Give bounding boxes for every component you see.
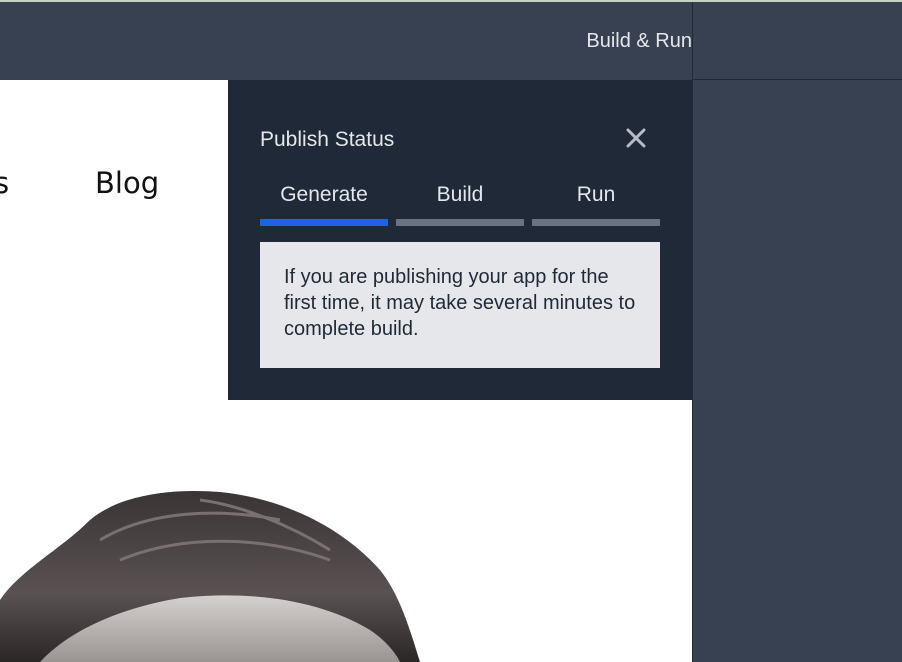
right-panel-header [693, 2, 902, 80]
tab-generate[interactable]: Generate [260, 182, 388, 226]
tab-progress-bar [532, 219, 660, 226]
tab-build[interactable]: Build [396, 182, 524, 226]
close-icon[interactable] [624, 126, 648, 150]
tab-label: Generate [280, 183, 368, 206]
app-topbar: Build & Run [0, 2, 692, 80]
nav-item-blog[interactable]: Blog [95, 166, 159, 200]
build-and-run-button[interactable]: Build & Run [586, 26, 692, 56]
publish-status-popover: Publish Status Generate Build Run If you… [228, 80, 692, 400]
publish-progress-tabs: Generate Build Run [260, 182, 660, 226]
tab-progress-bar [260, 219, 388, 226]
nav-item-partial[interactable]: s [0, 166, 9, 200]
tab-label: Run [576, 183, 616, 206]
hero-portrait-image [0, 490, 420, 662]
tab-label: Build [436, 183, 484, 206]
notice-text: If you are publishing your app for the f… [284, 266, 636, 340]
publish-notice: If you are publishing your app for the f… [260, 242, 660, 368]
right-side-panel [692, 2, 902, 662]
popover-title: Publish Status [260, 128, 395, 151]
tab-run[interactable]: Run [532, 182, 660, 226]
tab-progress-bar [396, 219, 524, 226]
